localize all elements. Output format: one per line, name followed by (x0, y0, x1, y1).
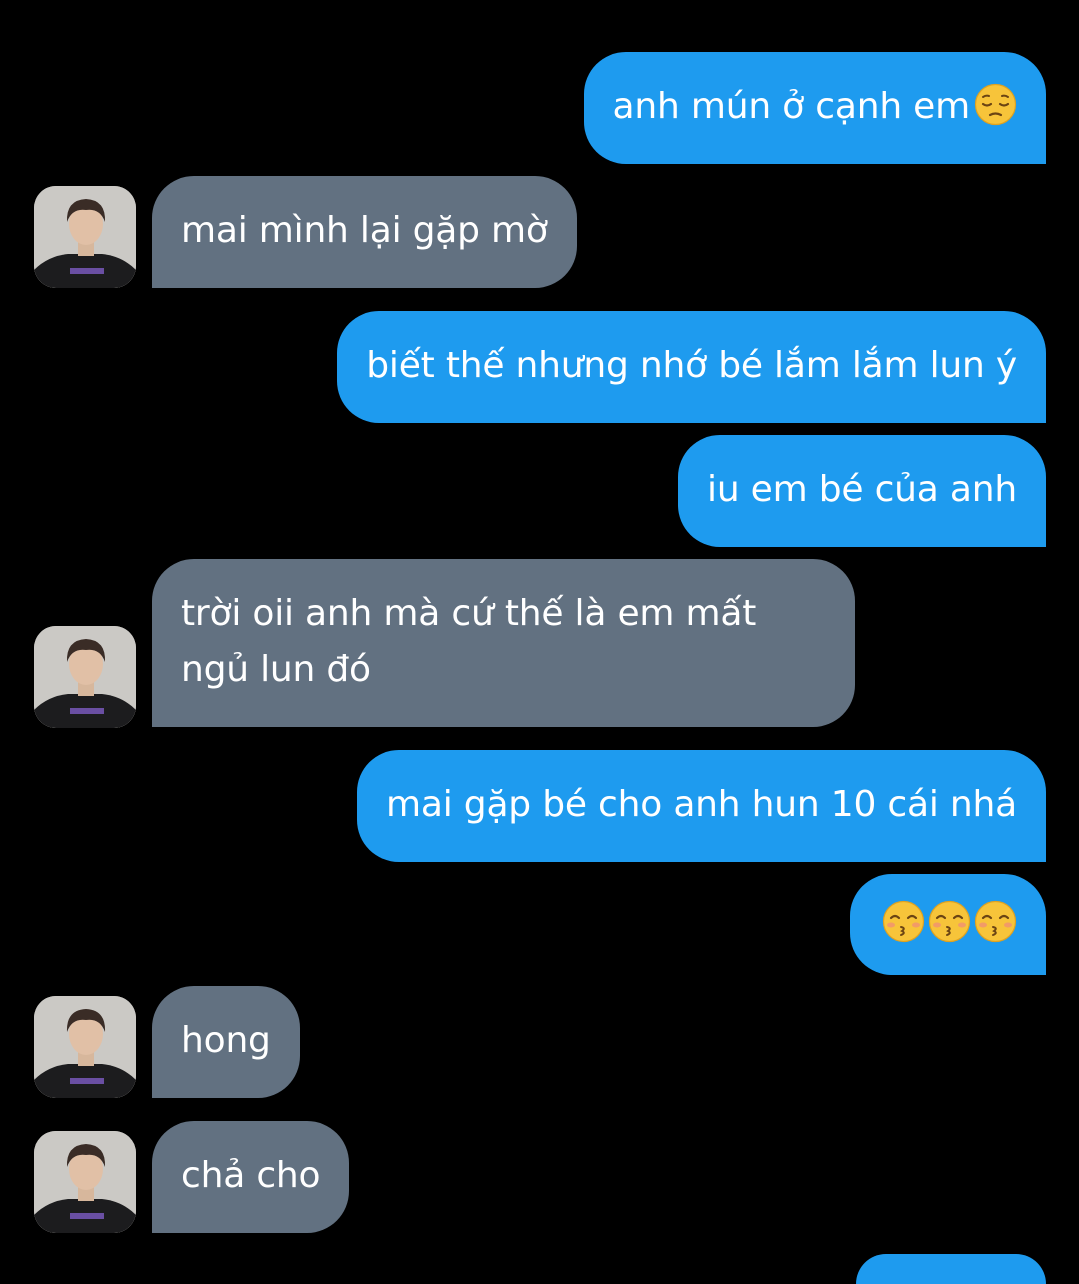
received-message-bubble[interactable]: mai mình lại gặp mờ (152, 176, 577, 288)
message-text: iu em bé của anh (707, 469, 1017, 510)
received-message-bubble[interactable]: hong (152, 986, 300, 1098)
sent-message-bubble[interactable]: iu em bé của anh (678, 435, 1046, 547)
sent-emoji-message-bubble[interactable] (850, 874, 1046, 975)
chat-thread[interactable]: anh mún ở cạnh em mai mình lại gặp mờ bi… (0, 0, 1079, 1284)
message-text: biết thế nhưng nhớ bé lắm lắm lun ý (366, 345, 1017, 386)
received-message-bubble[interactable]: trời oii anh mà cứ thế là em mất ngủ lun… (152, 559, 855, 727)
message-text: mai gặp bé cho anh hun 10 cái nhá (386, 784, 1017, 825)
contact-avatar[interactable] (34, 626, 136, 728)
contact-avatar[interactable] (34, 186, 136, 288)
message-text: chả cho (181, 1155, 321, 1196)
message-text: anh mún ở cạnh em (612, 86, 971, 127)
message-text: mai mình lại gặp mờ (181, 210, 548, 251)
received-message-bubble[interactable]: chả cho (152, 1121, 350, 1233)
kissing-face-closed-eyes-icon (974, 900, 1017, 943)
message-text: hong (181, 1020, 271, 1061)
sent-message-bubble[interactable]: mai gặp bé cho anh hun 10 cái nhá (357, 750, 1046, 862)
contact-avatar[interactable] (34, 1131, 136, 1233)
contact-avatar[interactable] (34, 996, 136, 1098)
pensive-face-icon (974, 83, 1017, 126)
sent-message-bubble[interactable]: anh mún ở cạnh em (583, 52, 1046, 164)
message-text: trời oii anh mà cứ thế là em mất ngủ lun… (181, 593, 757, 690)
kissing-face-closed-eyes-icon (928, 900, 971, 943)
kissing-face-closed-eyes-icon (882, 900, 925, 943)
sent-message-bubble-partial[interactable] (856, 1254, 1046, 1284)
sent-message-bubble[interactable]: biết thế nhưng nhớ bé lắm lắm lun ý (337, 311, 1046, 423)
